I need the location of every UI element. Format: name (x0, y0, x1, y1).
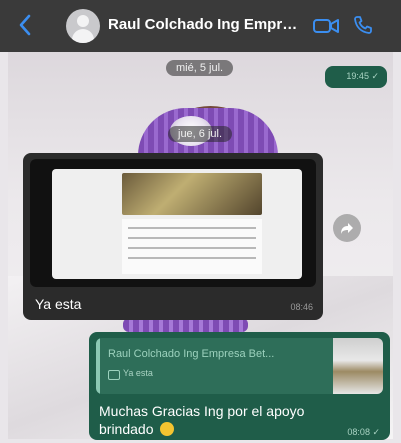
camera-icon (108, 370, 120, 380)
image-document (122, 219, 262, 274)
message-body: Muchas Gracias Ing por el apoyo brindado (99, 403, 305, 437)
outgoing-message[interactable]: 19:45 ✓ (325, 66, 387, 88)
wallpaper-photo-band (123, 318, 248, 332)
quoted-text: Ya esta (123, 368, 153, 378)
document-line (128, 227, 256, 229)
quote-bar (96, 338, 100, 394)
message-time: 08:46 (290, 302, 313, 312)
incoming-image-message[interactable]: Ya esta 08:46 (23, 153, 323, 320)
outgoing-reply-message[interactable]: Raul Colchado Ing Empresa Bet... Ya esta… (89, 332, 390, 440)
document-line (128, 257, 256, 259)
phone-icon[interactable] (353, 15, 373, 35)
chat-screen: Raul Colchado Ing Empre... mié, 5 jul. j… (0, 0, 401, 443)
chevron-left-icon[interactable] (18, 14, 40, 38)
avatar-head-shape (77, 15, 89, 27)
quoted-sender: Raul Colchado Ing Empresa Bet... (108, 348, 275, 360)
image-embedded-photo (122, 173, 262, 215)
contact-name[interactable]: Raul Colchado Ing Empre... (108, 16, 303, 33)
video-call-icon[interactable] (313, 18, 339, 34)
message-caption: Ya esta (35, 296, 82, 312)
forward-icon[interactable] (333, 214, 361, 242)
date-separator: mié, 5 jul. (166, 60, 234, 76)
chat-header: Raul Colchado Ing Empre... (0, 0, 401, 52)
quoted-thumbnail (333, 338, 383, 394)
message-time: 08:08 ✓ (347, 427, 380, 437)
smiley-emoji-icon (159, 422, 174, 436)
document-line (128, 237, 256, 239)
message-time: 19:45 ✓ (346, 71, 379, 81)
quoted-message[interactable]: Raul Colchado Ing Empresa Bet... Ya esta (96, 338, 383, 394)
message-text: Muchas Gracias Ing por el apoyo brindado (99, 402, 349, 438)
avatar-body-shape (72, 29, 94, 43)
avatar[interactable] (66, 9, 100, 43)
document-line (128, 247, 256, 249)
date-separator: jue, 6 jul. (168, 126, 233, 142)
message-image[interactable] (30, 159, 316, 287)
